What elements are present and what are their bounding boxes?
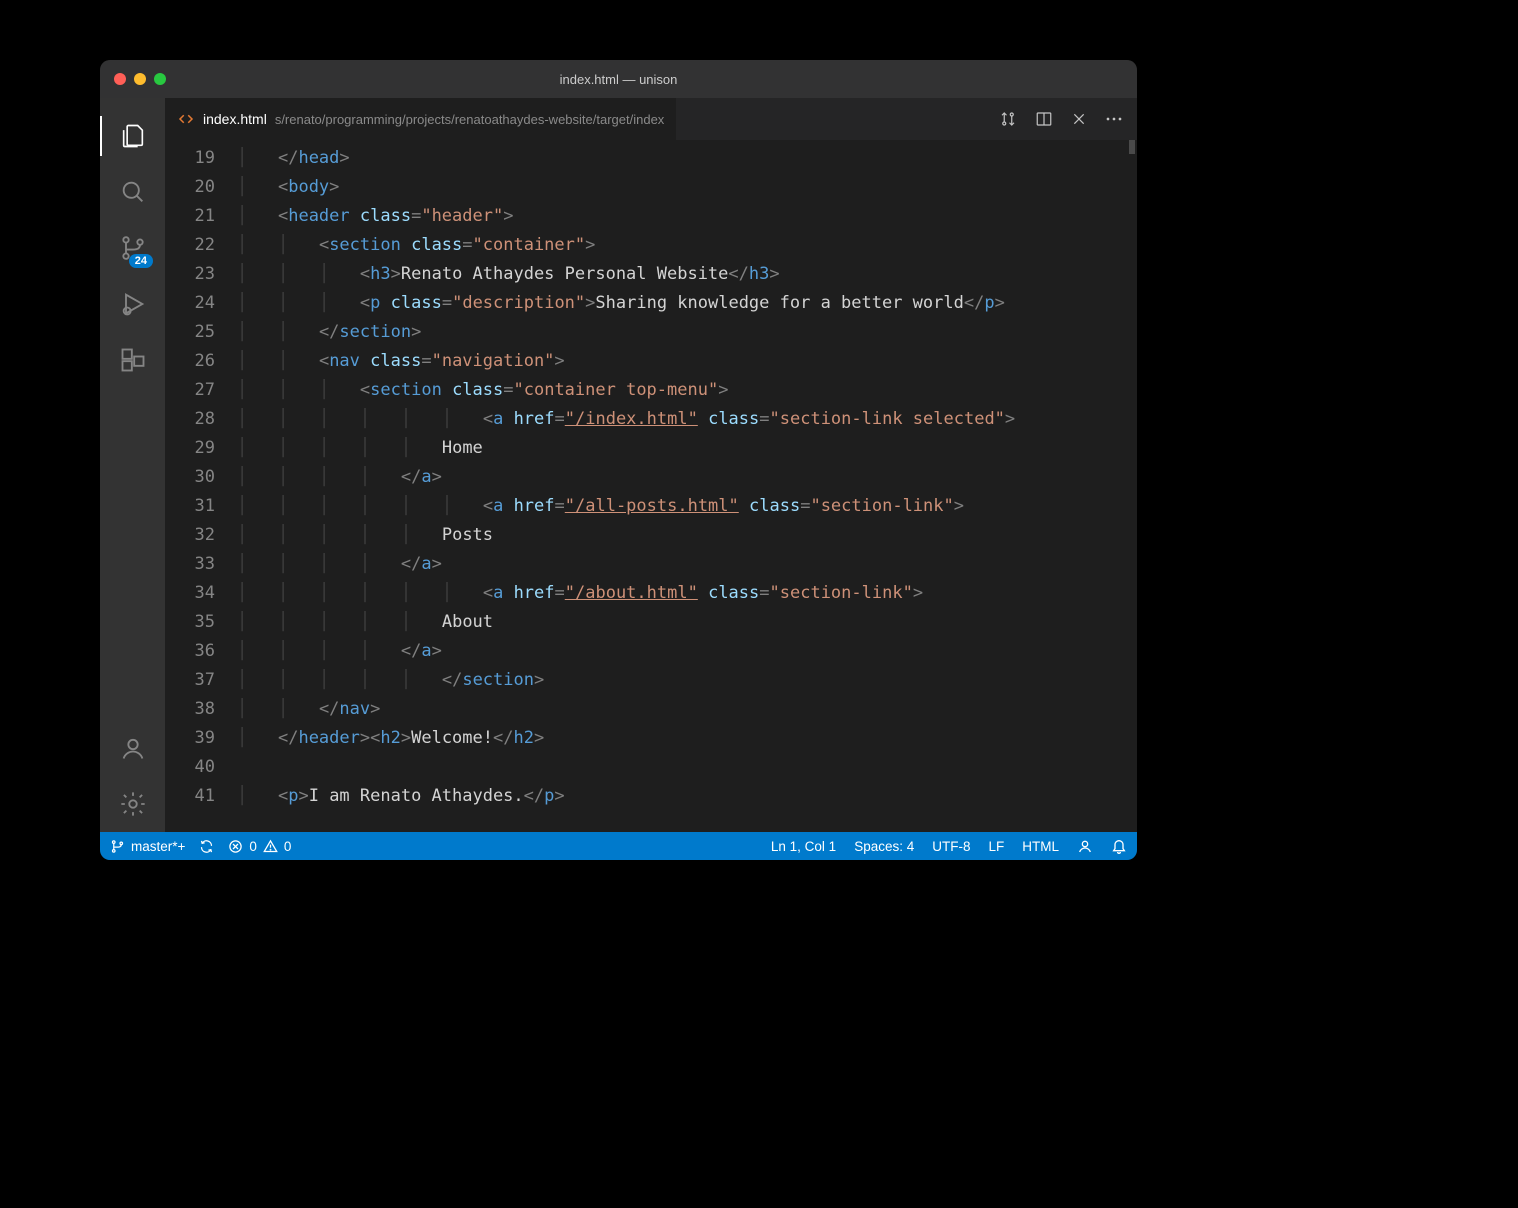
indentation-status[interactable]: Spaces: 4 — [854, 839, 914, 854]
extensions-icon — [119, 346, 147, 374]
tab-path: s/renato/programming/projects/renatoatha… — [275, 112, 665, 127]
account-icon — [119, 734, 147, 762]
eol-status[interactable]: LF — [988, 839, 1004, 854]
code-icon — [177, 110, 195, 128]
close-window-button[interactable] — [114, 73, 126, 85]
extensions-tab[interactable] — [100, 332, 165, 388]
warning-count: 0 — [284, 839, 292, 854]
scm-badge: 24 — [129, 254, 153, 268]
line-gutter: 19 20 21 22 23 24 25 26 27 28 29 30 31 3… — [165, 140, 237, 832]
code-editor[interactable]: 19 20 21 22 23 24 25 26 27 28 29 30 31 3… — [165, 140, 1137, 832]
branch-status[interactable]: master*+ — [110, 839, 185, 854]
sync-icon — [199, 839, 214, 854]
maximize-window-button[interactable] — [154, 73, 166, 85]
more-icon[interactable] — [1105, 116, 1123, 122]
minimize-window-button[interactable] — [134, 73, 146, 85]
branch-icon — [110, 839, 125, 854]
warning-icon — [263, 839, 278, 854]
explorer-tab[interactable] — [100, 108, 165, 164]
error-icon — [228, 839, 243, 854]
status-bar: master*+ 0 0 Ln 1, Col 1 Spaces: 4 UTF-8… — [100, 832, 1137, 860]
compare-changes-icon[interactable] — [999, 110, 1017, 128]
settings-button[interactable] — [100, 776, 165, 832]
debug-icon — [119, 290, 147, 318]
feedback-button[interactable] — [1077, 838, 1093, 854]
search-tab[interactable] — [100, 164, 165, 220]
activity-bar: 24 — [100, 98, 165, 832]
search-icon — [119, 178, 147, 206]
tab-actions — [985, 98, 1137, 140]
source-control-tab[interactable]: 24 — [100, 220, 165, 276]
language-mode[interactable]: HTML — [1022, 839, 1059, 854]
files-icon — [119, 122, 147, 150]
gear-icon — [119, 790, 147, 818]
bell-icon — [1111, 838, 1127, 854]
encoding-status[interactable]: UTF-8 — [932, 839, 970, 854]
error-count: 0 — [249, 839, 257, 854]
accounts-button[interactable] — [100, 720, 165, 776]
editor-tab[interactable]: index.html s/renato/programming/projects… — [165, 98, 677, 140]
split-editor-icon[interactable] — [1035, 110, 1053, 128]
titlebar[interactable]: index.html — unison — [100, 60, 1137, 98]
sync-button[interactable] — [199, 839, 214, 854]
problems-status[interactable]: 0 0 — [228, 839, 291, 854]
minimap[interactable] — [1127, 140, 1137, 832]
tab-bar: index.html s/renato/programming/projects… — [165, 98, 1137, 140]
tab-filename: index.html — [203, 111, 267, 127]
notifications-button[interactable] — [1111, 838, 1127, 854]
close-icon[interactable] — [1071, 111, 1087, 127]
editor-window: index.html — unison 24 — [100, 60, 1137, 860]
code-content[interactable]: │ </head> │ <body> │ <header class="head… — [237, 140, 1127, 832]
branch-name: master*+ — [131, 839, 185, 854]
feedback-icon — [1077, 838, 1093, 854]
window-controls — [114, 73, 166, 85]
run-debug-tab[interactable] — [100, 276, 165, 332]
cursor-position[interactable]: Ln 1, Col 1 — [771, 839, 836, 854]
window-title: index.html — unison — [100, 72, 1137, 87]
